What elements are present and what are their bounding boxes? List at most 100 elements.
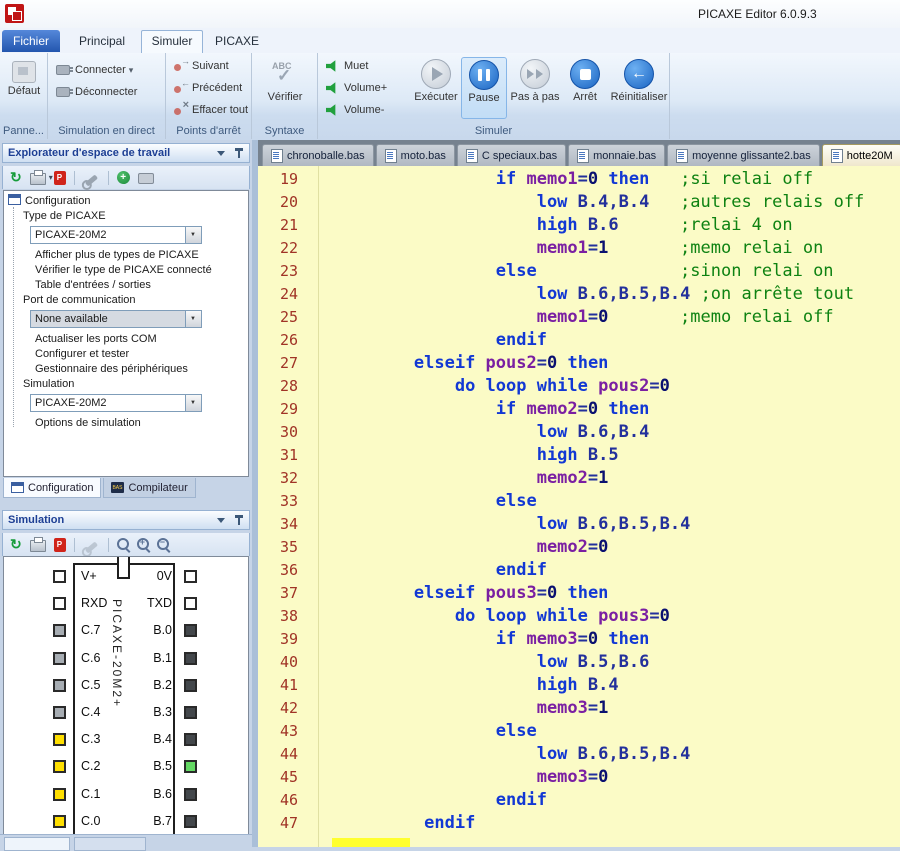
tree-node[interactable]: Port de communication xyxy=(4,293,248,308)
picaxe-type-combo[interactable]: PICAXE-20M2 xyxy=(30,226,202,244)
simulation-panel-header[interactable]: Simulation xyxy=(2,510,250,530)
panel-tab-compilateur[interactable]: Compilateur xyxy=(103,478,195,498)
left-dock-column: Explorateur d'espace de travail Configur… xyxy=(0,140,252,847)
add-circle-icon[interactable] xyxy=(117,171,130,184)
combo-value: PICAXE-20M2 xyxy=(35,397,107,409)
pin-C.1[interactable] xyxy=(53,788,66,801)
suivant-button[interactable]: Suivant xyxy=(174,56,229,76)
editor-tab[interactable]: C speciaux.bas xyxy=(457,144,566,166)
tree-item[interactable]: Configurer et tester xyxy=(4,347,248,362)
pin-RXD[interactable] xyxy=(53,597,66,610)
pin-B.6[interactable] xyxy=(184,788,197,801)
zoom-in-icon[interactable] xyxy=(137,538,149,550)
pin-C.6[interactable] xyxy=(53,652,66,665)
zoom-icon[interactable] xyxy=(117,538,129,550)
editor-tab[interactable]: monnaie.bas xyxy=(568,144,665,166)
tree-node[interactable]: Type de PICAXE xyxy=(4,209,248,224)
pin-0V[interactable] xyxy=(184,570,197,583)
pin-label-RXD: RXD xyxy=(81,595,123,611)
chevron-down-icon[interactable] xyxy=(185,311,201,327)
simulation-type-combo[interactable]: PICAXE-20M2 xyxy=(30,394,202,412)
bottom-panel-tabs-stub[interactable] xyxy=(0,834,252,847)
tree-item[interactable]: Vérifier le type de PICAXE connecté xyxy=(4,263,248,278)
pin-C.4[interactable] xyxy=(53,706,66,719)
arret-button[interactable]: Arrêt xyxy=(563,57,607,119)
pdf-export-icon[interactable] xyxy=(54,171,66,185)
tab-fichier[interactable]: Fichier xyxy=(2,30,60,52)
effacer-tout-button[interactable]: Effacer tout xyxy=(174,100,248,120)
pin-icon[interactable] xyxy=(238,515,240,525)
code-line: 29 if memo2=0 then xyxy=(258,398,900,421)
deconnecter-button[interactable]: Déconnecter xyxy=(56,82,137,102)
pin-C.5[interactable] xyxy=(53,679,66,692)
pin-C.7[interactable] xyxy=(53,624,66,637)
code-line: 34 low B.6,B.5,B.4 xyxy=(258,513,900,536)
code-text: low B.5,B.6 xyxy=(308,651,649,674)
chevron-down-icon[interactable] xyxy=(185,395,201,411)
explorer-panel-header[interactable]: Explorateur d'espace de travail xyxy=(2,143,250,163)
zoom-out-icon[interactable] xyxy=(157,538,169,550)
com-port-combo[interactable]: None available xyxy=(30,310,202,328)
chevron-down-icon[interactable] xyxy=(217,151,225,156)
pin-B.5[interactable] xyxy=(184,760,197,773)
pin-B.7[interactable] xyxy=(184,815,197,828)
pin-TXD[interactable] xyxy=(184,597,197,610)
tree-node[interactable]: Simulation xyxy=(4,377,248,392)
editor-tab[interactable]: moto.bas xyxy=(376,144,455,166)
pin-label-TXD: TXD xyxy=(130,595,172,611)
print-icon[interactable] xyxy=(30,173,46,185)
panel-tab-label: Compilateur xyxy=(128,482,187,494)
pin-B.2[interactable] xyxy=(184,679,197,692)
pin-C.3[interactable] xyxy=(53,733,66,746)
print-icon[interactable] xyxy=(30,540,46,552)
tree-item[interactable]: Table d'entrées / sorties xyxy=(4,278,248,293)
settings-wrench-icon[interactable] xyxy=(85,174,98,186)
verifier-button[interactable]: Vérifier xyxy=(262,57,308,119)
code-editor[interactable]: 19 if memo1=0 then ;si relai off20 low B… xyxy=(258,166,900,847)
panel-icon[interactable] xyxy=(138,173,154,184)
defaut-button[interactable]: Défaut xyxy=(2,57,46,119)
pas-a-pas-button[interactable]: Pas à pas xyxy=(509,57,561,119)
document-icon xyxy=(831,149,843,163)
pin-C.2[interactable] xyxy=(53,760,66,773)
editor-tab[interactable]: chronoballe.bas xyxy=(262,144,374,166)
reinitialiser-button[interactable]: Réinitialiser xyxy=(609,57,669,119)
pause-button[interactable]: Pause xyxy=(461,57,507,119)
clear-breakpoints-icon xyxy=(174,104,188,116)
editor-tab[interactable]: moyenne glissante2.bas xyxy=(667,144,820,166)
play-icon xyxy=(421,59,451,89)
tab-simuler[interactable]: Simuler xyxy=(141,30,203,53)
refresh-icon[interactable] xyxy=(10,536,22,554)
executer-button[interactable]: Exécuter xyxy=(413,57,459,119)
tree-item[interactable]: Actualiser les ports COM xyxy=(4,332,248,347)
muet-button[interactable]: Muet xyxy=(326,56,368,76)
pin-B.4[interactable] xyxy=(184,733,197,746)
chevron-down-icon[interactable] xyxy=(185,227,201,243)
volume-minus-button[interactable]: Volume- xyxy=(326,100,384,120)
volume-plus-button[interactable]: Volume+ xyxy=(326,78,387,98)
settings-wrench-icon[interactable] xyxy=(85,541,98,553)
pin-C.0[interactable] xyxy=(53,815,66,828)
pin-B.1[interactable] xyxy=(184,652,197,665)
window-title: PICAXE Editor 6.0.9.3 xyxy=(698,7,817,21)
tab-picaxe[interactable]: PICAXE xyxy=(206,31,268,52)
chevron-down-icon[interactable] xyxy=(217,518,225,523)
tree-item[interactable]: Options de simulation xyxy=(4,416,248,431)
tab-principal[interactable]: Principal xyxy=(66,31,138,52)
tree-item[interactable]: Afficher plus de types de PICAXE xyxy=(4,248,248,263)
pdf-export-icon[interactable] xyxy=(54,538,66,552)
tree-item[interactable]: Gestionnaire des périphériques xyxy=(4,362,248,377)
precedent-button[interactable]: Précédent xyxy=(174,78,242,98)
pin-B.3[interactable] xyxy=(184,706,197,719)
line-number: 23 xyxy=(258,260,308,283)
tree-node-label: Configuration xyxy=(25,195,90,207)
panel-tab-configuration[interactable]: Configuration xyxy=(3,478,101,498)
editor-tab[interactable]: hotte20M xyxy=(822,144,900,166)
pin-icon[interactable] xyxy=(238,148,240,158)
tree-node-configuration[interactable]: Configuration xyxy=(4,194,248,209)
pin-V+[interactable] xyxy=(53,570,66,583)
pin-B.0[interactable] xyxy=(184,624,197,637)
refresh-icon[interactable] xyxy=(10,169,22,187)
connecter-button[interactable]: Connecter xyxy=(56,60,133,80)
speaker-minus-icon xyxy=(326,104,339,116)
